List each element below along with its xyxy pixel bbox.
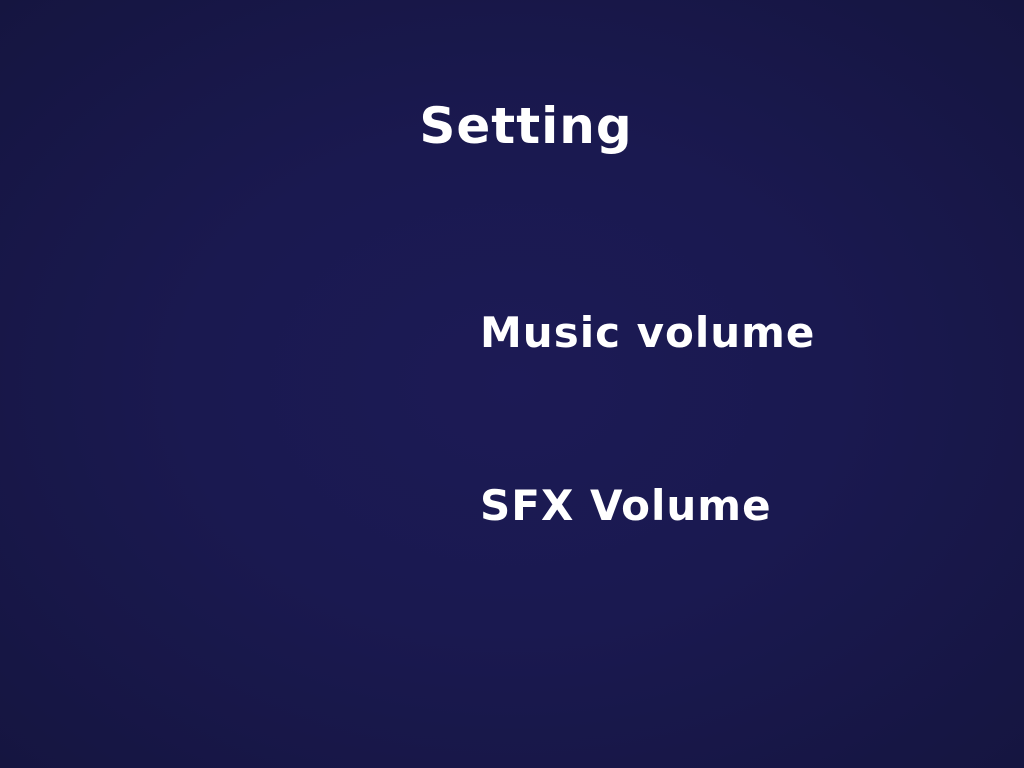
screen-title: Setting xyxy=(419,97,633,155)
sfx-volume-option[interactable]: SFX Volume xyxy=(480,478,772,534)
settings-screen: Setting Music volume SFX Volume xyxy=(0,0,1024,768)
music-volume-option[interactable]: Music volume xyxy=(480,305,815,361)
